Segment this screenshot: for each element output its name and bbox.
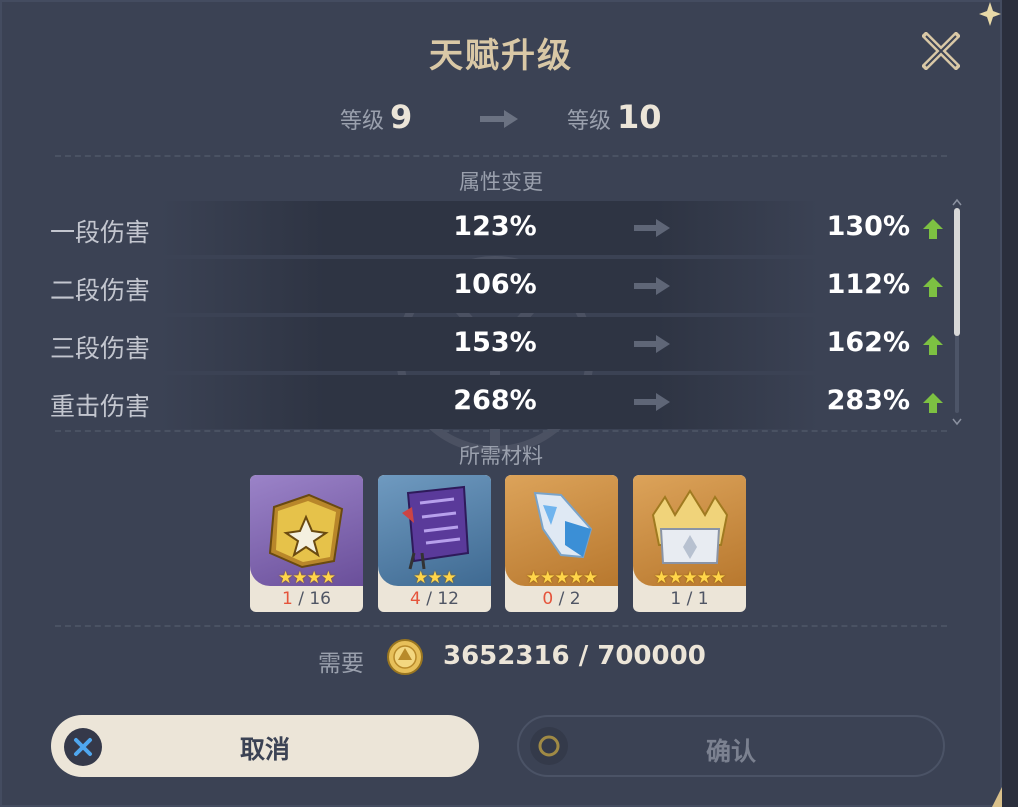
stat-name: 三段伤害 [50, 334, 151, 363]
stat-row: 三段伤害 153% 162% [0, 317, 950, 371]
material-item[interactable]: ★★★★★ 0 / 2 [505, 475, 618, 612]
stat-next-value: 162% [826, 327, 910, 358]
cancel-button[interactable]: 取消 [51, 715, 479, 777]
stat-current-value: 153% [453, 327, 537, 358]
material-owned: 0 [542, 589, 554, 609]
material-count: 0 / 2 [505, 589, 618, 609]
increase-arrow-icon [923, 335, 943, 355]
rarity-stars: ★★★★★ [653, 568, 726, 588]
rarity-stars: ★★★★★ [525, 568, 598, 588]
material-count: 1 / 1 [633, 589, 746, 609]
rarity-stars: ★★★★ [278, 568, 336, 588]
increase-arrow-icon [923, 219, 943, 239]
stat-row: 二段伤害 106% 112% [0, 259, 950, 313]
divider [55, 430, 947, 432]
stat-row: 重击伤害 268% 283% [0, 375, 950, 429]
confirm-label: 确认 [705, 737, 756, 766]
level-label: 等级 [567, 109, 612, 134]
cost-label: 需要 [318, 651, 364, 677]
material-required: / 16 [298, 589, 331, 609]
cost-row: 需要 3652316 / 700000 [0, 638, 1002, 678]
stat-next-value: 130% [826, 211, 910, 242]
stats-scrollbar[interactable] [952, 198, 962, 428]
corner-ornament-icon [992, 787, 1002, 807]
dialog-title: 天赋升级 [429, 36, 573, 76]
stat-name: 二段伤害 [50, 276, 151, 305]
material-owned: 4 [410, 589, 421, 609]
cost-value: 3652316 / 700000 [443, 641, 706, 671]
stat-current-value: 106% [453, 269, 537, 300]
material-count: 4 / 12 [378, 589, 491, 609]
arrow-right-icon [634, 219, 670, 237]
talent-upgrade-dialog: 天赋升级 等级 9 等级 10 属性变更 一段伤害 123% 130% 二段伤害… [0, 0, 1002, 807]
chevron-up-icon [952, 198, 962, 206]
purple-scroll-icon [402, 485, 470, 570]
arrow-right-icon [480, 110, 518, 128]
increase-arrow-icon [923, 393, 943, 413]
arrow-right-icon [634, 335, 670, 353]
stat-next-value: 283% [826, 385, 910, 416]
material-item[interactable]: ★★★ 4 / 12 [378, 475, 491, 612]
divider [55, 625, 947, 627]
material-count: 1 / 16 [250, 589, 363, 609]
level-from-value: 9 [390, 98, 413, 136]
talent-book-icon [268, 493, 344, 569]
chevron-down-icon [952, 418, 962, 426]
material-owned: 1 [670, 589, 682, 609]
level-label: 等级 [340, 109, 385, 134]
material-required: / 12 [426, 589, 459, 609]
level-to-value: 10 [617, 98, 662, 136]
material-item[interactable]: ★★★★ 1 / 16 [250, 475, 363, 612]
rarity-stars: ★★★ [413, 568, 457, 588]
confirm-button[interactable]: 确认 [517, 715, 945, 777]
material-owned: 1 [282, 589, 293, 609]
next-level: 等级 10 [567, 98, 662, 136]
crown-icon [651, 489, 729, 564]
mora-coin-icon [387, 639, 423, 675]
increase-arrow-icon [923, 277, 943, 297]
stats-section-title: 属性变更 [459, 170, 543, 194]
materials-section-title: 所需材料 [459, 444, 543, 468]
cancel-label: 取消 [239, 735, 290, 764]
stat-next-value: 112% [826, 269, 910, 300]
divider [55, 155, 947, 157]
material-required: / 2 [558, 589, 581, 609]
stats-list[interactable]: 一段伤害 123% 130% 二段伤害 106% 112% 三段伤害 153% … [0, 201, 950, 429]
crystal-shard-icon [533, 491, 593, 559]
stat-name: 重击伤害 [50, 392, 151, 421]
arrow-right-icon [634, 393, 670, 411]
arrow-right-icon [634, 277, 670, 295]
corner-star-icon [979, 2, 1001, 26]
close-icon[interactable] [922, 32, 960, 70]
stat-current-value: 123% [453, 211, 537, 242]
level-change-row: 等级 9 等级 10 [0, 98, 1002, 142]
stat-current-value: 268% [453, 385, 537, 416]
material-required: / 1 [686, 589, 709, 609]
current-level: 等级 9 [340, 98, 412, 136]
scroll-thumb[interactable] [954, 208, 960, 336]
stat-row: 一段伤害 123% 130% [0, 201, 950, 255]
stat-name: 一段伤害 [50, 218, 151, 247]
material-item[interactable]: ★★★★★ 1 / 1 [633, 475, 746, 612]
